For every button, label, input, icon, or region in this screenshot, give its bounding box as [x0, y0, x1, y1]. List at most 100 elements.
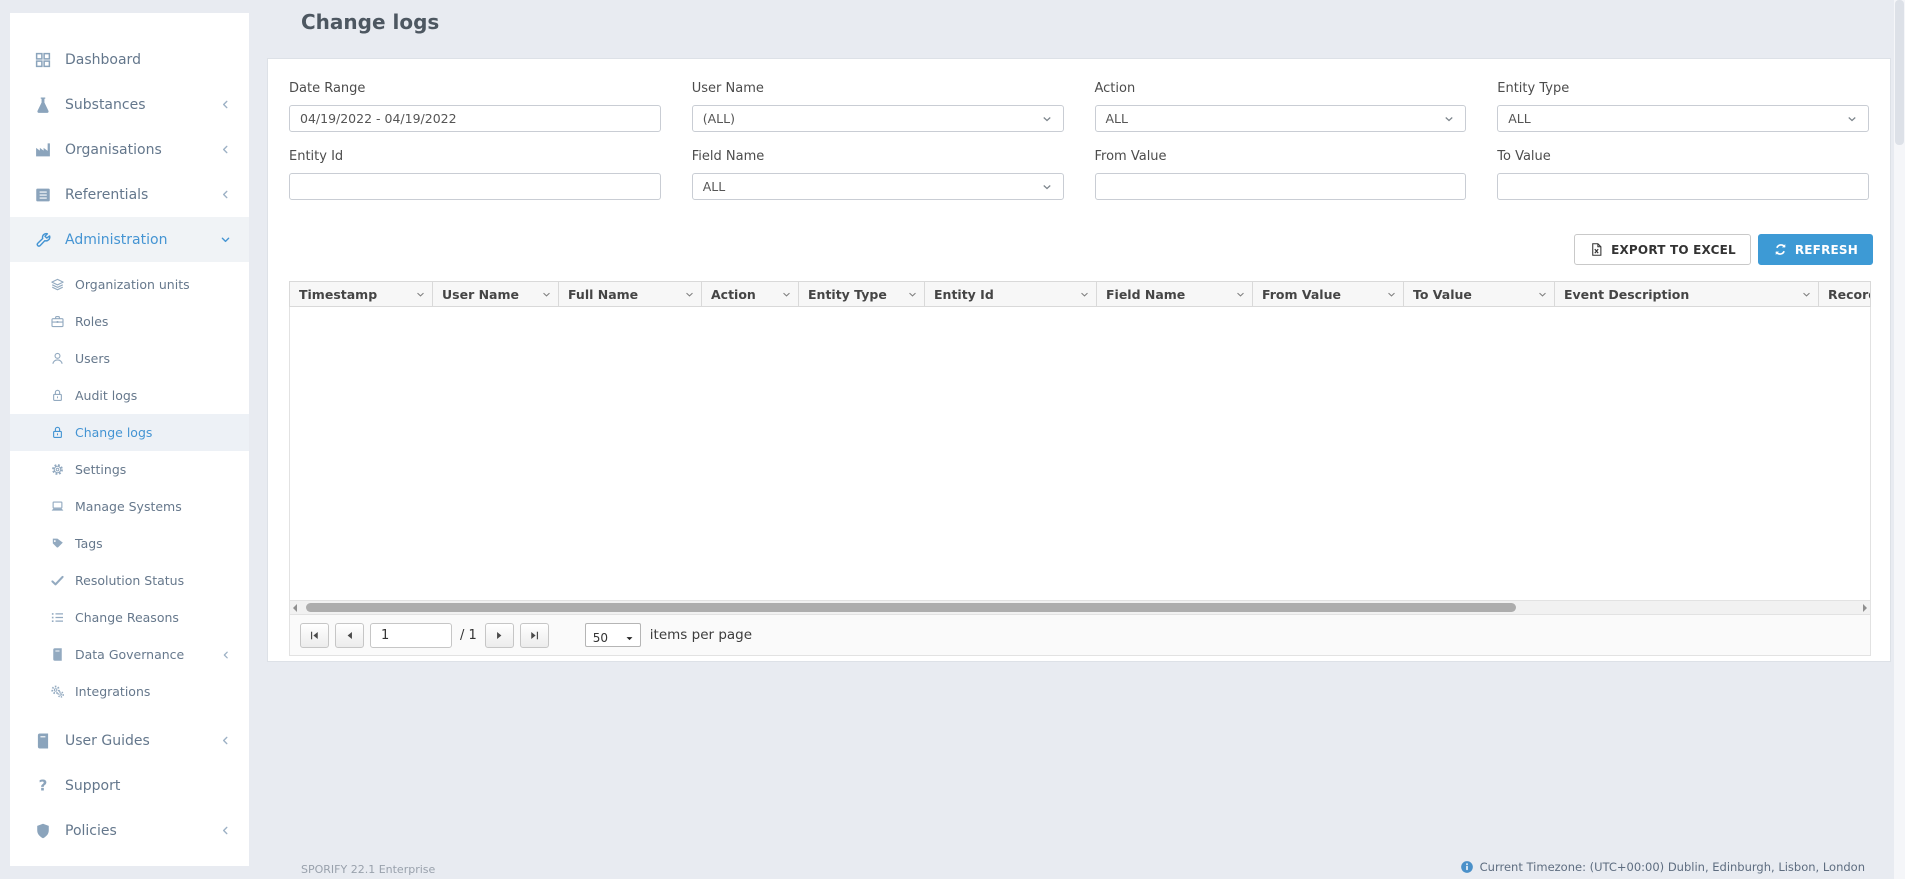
sidebar-item-label: Change Reasons — [75, 610, 179, 625]
column-title: Field Name — [1106, 287, 1185, 302]
sidebar-item-data-governance[interactable]: Data Governance — [10, 636, 249, 673]
lock-icon — [50, 425, 65, 440]
sidebar-item-label: Administration — [65, 232, 167, 248]
scroll-left-icon[interactable] — [293, 604, 297, 612]
refresh-label: REFRESH — [1795, 243, 1858, 257]
vertical-scrollbar-thumb[interactable] — [1895, 0, 1904, 145]
export-to-excel-button[interactable]: EXPORT TO EXCEL — [1574, 234, 1751, 265]
page-size-value: 50 — [593, 631, 608, 645]
column-header-entity-id[interactable]: Entity Id — [925, 282, 1097, 306]
column-header-user-name[interactable]: User Name — [433, 282, 559, 306]
sidebar-item-administration[interactable]: Administration — [10, 217, 249, 262]
sidebar-item-resolution-status[interactable]: Resolution Status — [10, 562, 249, 599]
sidebar-item-user-guides[interactable]: User Guides — [10, 718, 249, 763]
caret-down-icon — [1443, 113, 1455, 125]
caret-down-icon — [1041, 181, 1053, 193]
user-icon — [50, 351, 65, 366]
column-title: Full Name — [568, 287, 638, 302]
selected-value: ALL — [703, 179, 725, 194]
filter-field-to-value: To Value — [1497, 149, 1869, 200]
filter-label: From Value — [1095, 149, 1467, 164]
refresh-button[interactable]: REFRESH — [1758, 234, 1873, 265]
sidebar-item-dashboard[interactable]: Dashboard — [10, 37, 249, 82]
caret-down-icon — [1801, 289, 1812, 300]
sidebar-item-users[interactable]: Users — [10, 340, 249, 377]
sidebar-item-support[interactable]: ?Support — [10, 763, 249, 808]
entity-type-select[interactable]: ALL — [1497, 105, 1869, 132]
chevron-left-icon — [221, 650, 231, 660]
sidebar-item-referentials[interactable]: Referentials — [10, 172, 249, 217]
sidebar-item-label: Tags — [75, 536, 103, 551]
sidebar-item-change-logs[interactable]: Change logs — [10, 414, 249, 451]
sidebar-item-label: Integrations — [75, 684, 150, 699]
action-select[interactable]: ALL — [1095, 105, 1467, 132]
column-header-from-value[interactable]: From Value — [1253, 282, 1404, 306]
column-header-record[interactable]: Record — [1819, 282, 1871, 306]
sidebar-item-label: Data Governance — [75, 647, 184, 662]
column-header-entity-type[interactable]: Entity Type — [799, 282, 925, 306]
sidebar-item-label: Resolution Status — [75, 573, 184, 588]
filter-field-entity-id: Entity Id — [289, 149, 661, 200]
caret-down-icon — [415, 289, 426, 300]
user-name-select[interactable]: (ALL) — [692, 105, 1064, 132]
sidebar-item-policies[interactable]: Policies — [10, 808, 249, 853]
layers-icon — [50, 277, 65, 292]
caret-down-icon — [907, 289, 918, 300]
filter-label: Field Name — [692, 149, 1064, 164]
filter-label: User Name — [692, 81, 1064, 96]
sidebar-item-roles[interactable]: Roles — [10, 303, 249, 340]
tag-icon — [50, 536, 65, 551]
horizontal-scrollbar[interactable] — [289, 601, 1871, 615]
column-title: Entity Type — [808, 287, 887, 302]
sidebar-item-organisations[interactable]: Organisations — [10, 127, 249, 172]
sidebar-item-organization-units[interactable]: Organization units — [10, 266, 249, 303]
chevron-left-icon — [220, 99, 231, 110]
page-size-select[interactable]: 50 — [585, 623, 641, 647]
selected-value: ALL — [1106, 111, 1128, 126]
entity-id-input[interactable] — [289, 173, 661, 200]
sidebar-item-settings[interactable]: Settings — [10, 451, 249, 488]
from-value-input[interactable] — [1095, 173, 1467, 200]
sidebar-item-tags[interactable]: Tags — [10, 525, 249, 562]
first-page-button[interactable] — [300, 623, 329, 648]
scroll-right-icon[interactable] — [1863, 604, 1867, 612]
vertical-scrollbar[interactable] — [1894, 0, 1905, 879]
sidebar-item-label: Users — [75, 351, 110, 366]
chevron-left-icon — [220, 189, 231, 200]
column-title: Record — [1828, 287, 1871, 302]
column-header-event-description[interactable]: Event Description — [1555, 282, 1819, 306]
filter-label: Date Range — [289, 81, 661, 96]
caret-down-icon — [624, 632, 635, 645]
changelogs-panel: Date RangeUser Name(ALL)ActionALLEntity … — [267, 58, 1891, 662]
chevron-down-icon — [220, 234, 231, 245]
caret-down-icon — [1041, 113, 1053, 125]
column-header-to-value[interactable]: To Value — [1404, 282, 1555, 306]
previous-page-button[interactable] — [335, 623, 364, 648]
sidebar-item-change-reasons[interactable]: Change Reasons — [10, 599, 249, 636]
sidebar-item-manage-systems[interactable]: Manage Systems — [10, 488, 249, 525]
sidebar-item-label: Manage Systems — [75, 499, 182, 514]
caret-down-icon — [1846, 113, 1858, 125]
sidebar-item-substances[interactable]: Substances — [10, 82, 249, 127]
last-page-button[interactable] — [520, 623, 549, 648]
items-per-page-label: items per page — [650, 627, 752, 643]
list-lines-icon — [50, 610, 65, 625]
column-header-action[interactable]: Action — [702, 282, 799, 306]
pagination-bar: / 1 50 items per page — [289, 615, 1871, 656]
page-number-input[interactable] — [370, 623, 452, 648]
next-page-button[interactable] — [485, 623, 514, 648]
sidebar-item-integrations[interactable]: Integrations — [10, 673, 249, 710]
column-header-full-name[interactable]: Full Name — [559, 282, 702, 306]
date-range-input[interactable] — [289, 105, 661, 132]
to-value-input[interactable] — [1497, 173, 1869, 200]
filter-field-entity-type: Entity TypeALL — [1497, 81, 1869, 132]
field-name-select[interactable]: ALL — [692, 173, 1064, 200]
book-icon — [50, 647, 65, 662]
column-header-timestamp[interactable]: Timestamp — [290, 282, 433, 306]
sidebar-item-label: Organisations — [65, 142, 162, 158]
column-header-field-name[interactable]: Field Name — [1097, 282, 1253, 306]
filter-field-user-name: User Name (ALL) — [692, 81, 1064, 132]
sidebar-item-audit-logs[interactable]: Audit logs — [10, 377, 249, 414]
horizontal-scrollbar-thumb[interactable] — [306, 603, 1516, 612]
shield-icon — [34, 822, 52, 840]
